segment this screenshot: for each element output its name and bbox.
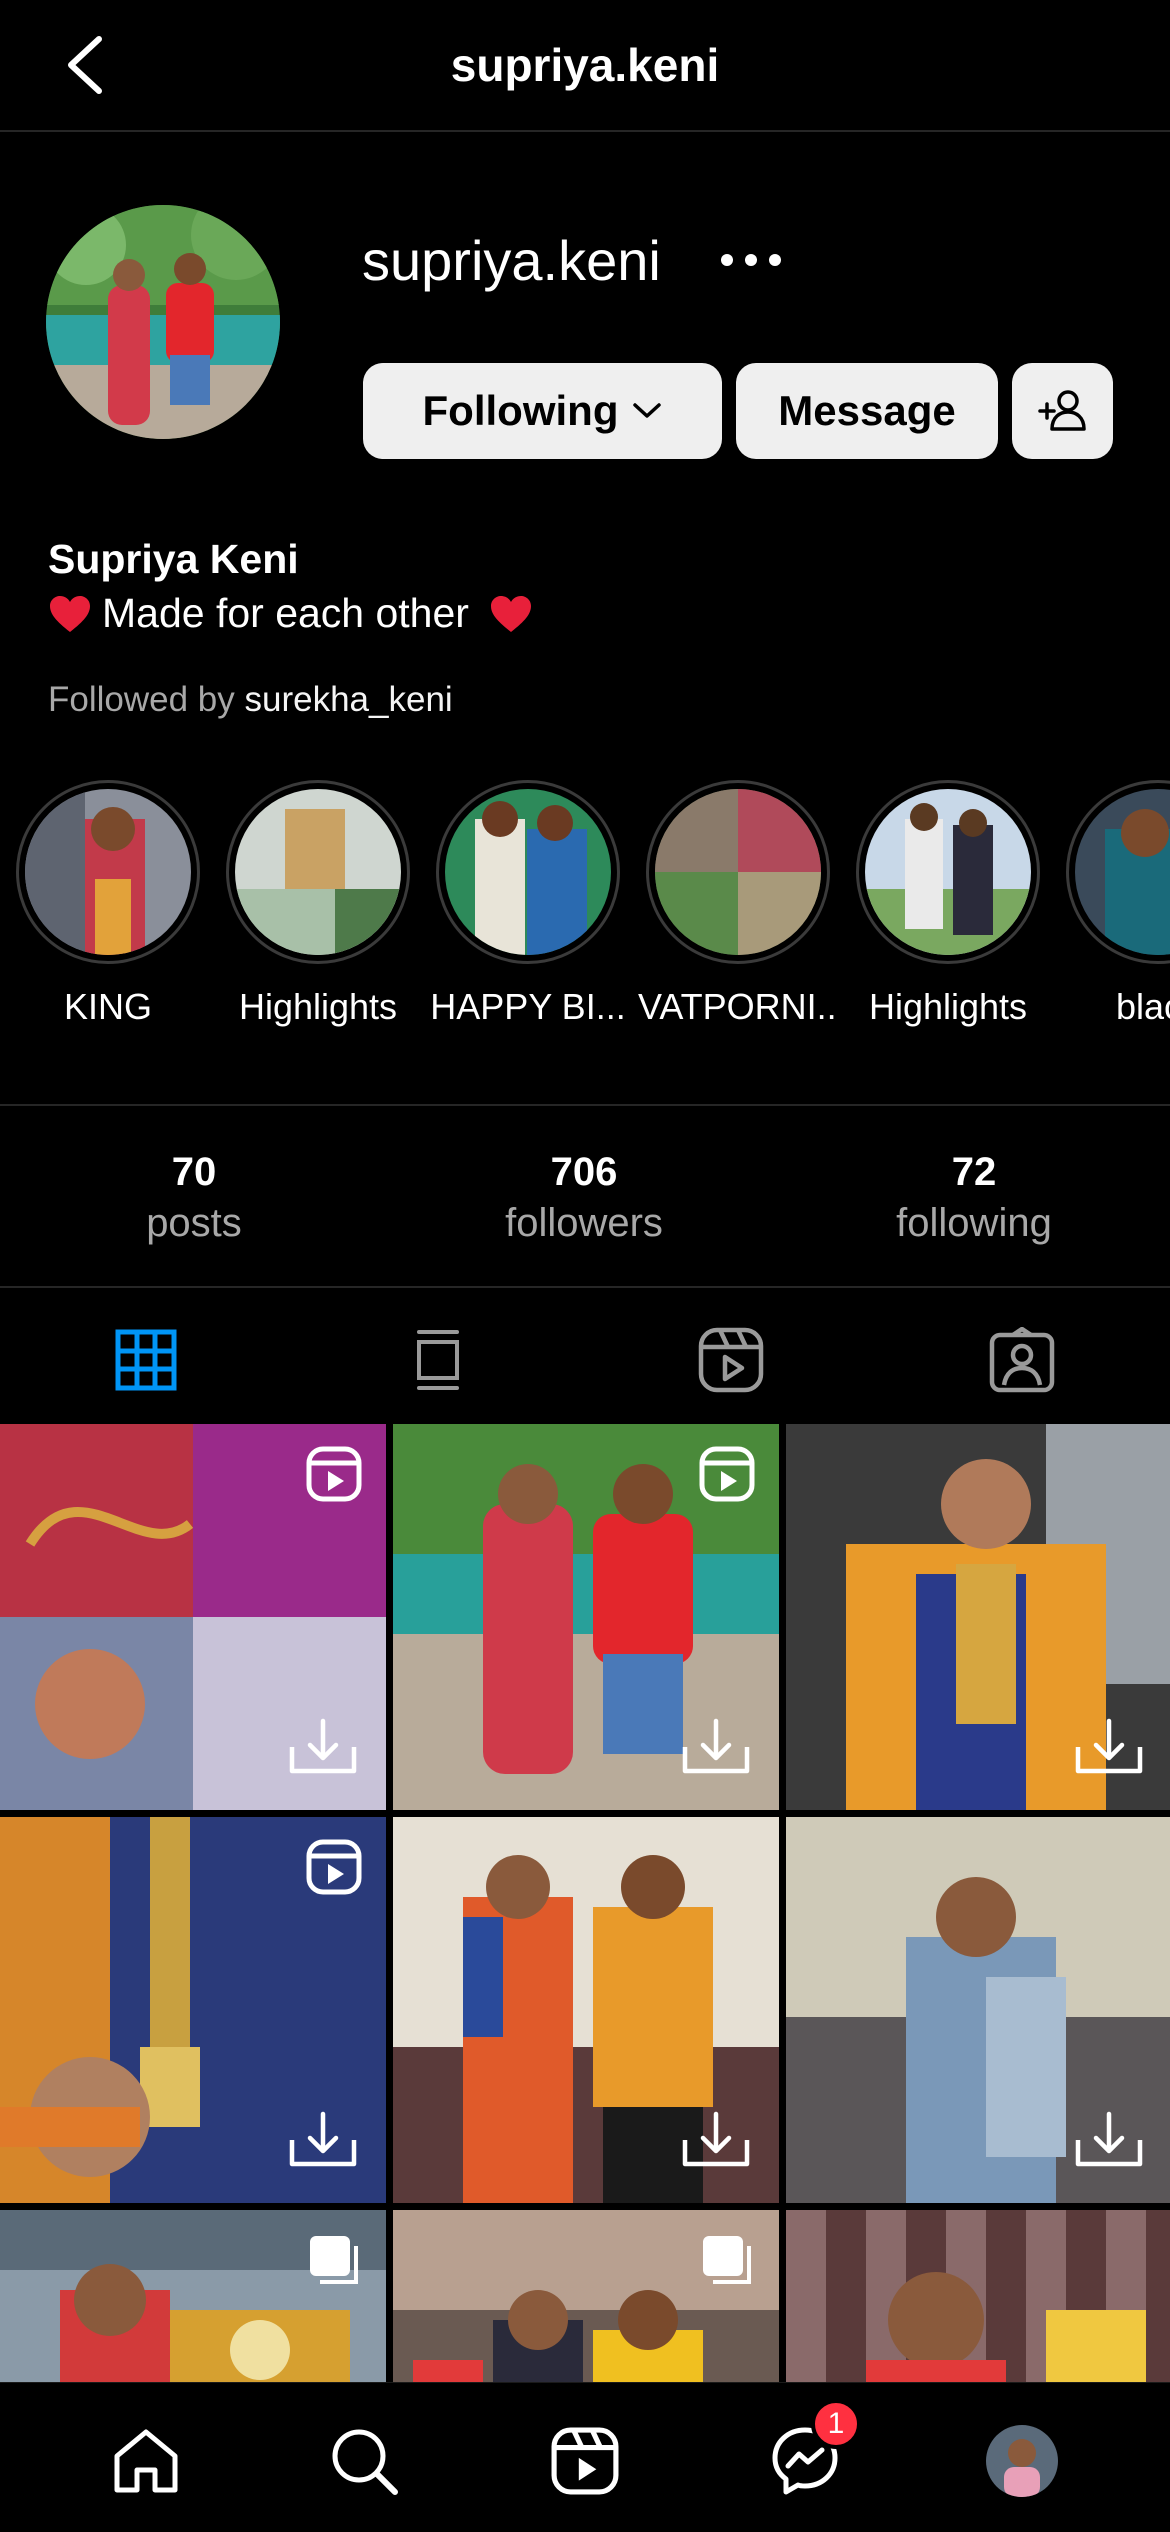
followed-by-user[interactable]: surekha_keni <box>245 680 453 719</box>
grid-post[interactable] <box>0 1424 386 1810</box>
posts-grid <box>0 1424 1170 2384</box>
notification-badge: 1 <box>811 2399 861 2449</box>
more-horizontal-icon[interactable] <box>719 250 783 270</box>
nav-profile[interactable] <box>982 2421 1062 2501</box>
highlight-item[interactable]: black <box>1058 780 1170 1028</box>
profile-screen: supriya.keni supriya.keni Following Mess… <box>0 0 1170 2532</box>
multi-post-icon <box>699 2232 755 2293</box>
nav-reels[interactable] <box>545 2421 625 2501</box>
top-bar: supriya.keni <box>0 0 1170 132</box>
following-count: 72 <box>951 1150 997 1194</box>
profile-username: supriya.keni <box>362 228 661 292</box>
tagged-icon <box>989 1327 1055 1393</box>
highlight-label: VATPORNI... <box>638 986 838 1027</box>
grid-post[interactable] <box>0 1817 386 2203</box>
highlight-item[interactable]: HAPPY BI... <box>428 780 628 1028</box>
download-icon[interactable] <box>681 1717 751 1782</box>
reel-badge-icon <box>306 1446 362 1507</box>
full-name: Supriya Keni <box>48 536 299 582</box>
download-icon[interactable] <box>681 2110 751 2175</box>
heart-icon <box>490 595 531 632</box>
add-user-icon <box>1037 390 1086 431</box>
followed-by[interactable]: Followed by surekha_keni <box>48 680 453 720</box>
bottom-navigation: 1 <box>0 2382 1170 2532</box>
highlight-label: black <box>1115 986 1170 1027</box>
following-button[interactable]: Following <box>363 363 722 459</box>
grid-post[interactable] <box>393 1424 779 1810</box>
page-title: supriya.keni <box>450 39 720 91</box>
grid-icon <box>115 1329 177 1391</box>
nav-search[interactable] <box>324 2421 404 2501</box>
feed-icon <box>417 1330 459 1390</box>
followed-by-prefix: Followed by <box>48 680 235 719</box>
message-button[interactable]: Message <box>736 363 998 459</box>
nav-messenger[interactable]: 1 <box>765 2399 861 2501</box>
profile-stats: 70 posts 706 followers 72 following <box>0 1104 1170 1288</box>
grid-post[interactable] <box>786 2210 1170 2384</box>
add-user-button[interactable] <box>1012 363 1113 459</box>
highlight-label: KING <box>63 986 152 1027</box>
download-icon[interactable] <box>288 1717 358 1782</box>
profile-avatar[interactable] <box>46 205 280 439</box>
tab-grid[interactable] <box>106 1320 186 1400</box>
highlight-item[interactable]: KING <box>8 780 208 1028</box>
followers-count: 706 <box>550 1150 618 1194</box>
content-tabs <box>0 1290 1170 1420</box>
tab-reels[interactable] <box>691 1320 771 1400</box>
reels-icon <box>698 1327 764 1393</box>
highlight-item[interactable]: VATPORNI... <box>638 780 838 1028</box>
chevron-down-icon <box>633 403 662 418</box>
reel-badge-icon <box>306 1839 362 1900</box>
following-label: Following <box>422 387 619 434</box>
grid-post[interactable] <box>0 2210 386 2384</box>
grid-post[interactable] <box>393 2210 779 2384</box>
stat-followers[interactable]: 706 followers <box>434 1150 734 1246</box>
highlight-label: Highlights <box>868 986 1028 1027</box>
search-icon <box>332 2429 398 2495</box>
grid-post[interactable] <box>393 1817 779 2203</box>
bio-text: Made for each other <box>102 590 469 636</box>
home-icon <box>114 2429 178 2493</box>
reel-badge-icon <box>699 1446 755 1507</box>
download-icon[interactable] <box>288 2110 358 2175</box>
multi-post-icon <box>306 2232 362 2293</box>
posts-label: posts <box>146 1201 242 1245</box>
highlight-item[interactable]: Highlights <box>218 780 418 1028</box>
message-label: Message <box>778 387 956 434</box>
tab-tagged[interactable] <box>982 1320 1062 1400</box>
following-stat-label: following <box>896 1201 1052 1245</box>
story-highlights: KING Highlights HAPPY BI... VATPORNI... … <box>0 780 1170 1040</box>
heart-icon <box>50 595 90 632</box>
username-row: supriya.keni <box>362 225 783 295</box>
profile-avatar-small <box>986 2425 1058 2497</box>
stat-posts[interactable]: 70 posts <box>44 1150 344 1246</box>
grid-post[interactable] <box>786 1817 1170 2203</box>
tab-feed[interactable] <box>398 1320 478 1400</box>
download-icon[interactable] <box>1074 1717 1144 1782</box>
stat-following[interactable]: 72 following <box>824 1150 1124 1246</box>
highlight-item[interactable]: Highlights <box>848 780 1048 1028</box>
nav-home[interactable] <box>106 2421 186 2501</box>
highlight-label: HAPPY BI... <box>430 986 626 1027</box>
posts-count: 70 <box>171 1150 217 1194</box>
download-icon[interactable] <box>1074 2110 1144 2175</box>
highlight-label: Highlights <box>238 986 398 1027</box>
reels-icon <box>551 2427 619 2495</box>
bio: Made for each other <box>48 590 533 637</box>
followers-label: followers <box>505 1201 663 1245</box>
grid-post[interactable] <box>786 1424 1170 1810</box>
